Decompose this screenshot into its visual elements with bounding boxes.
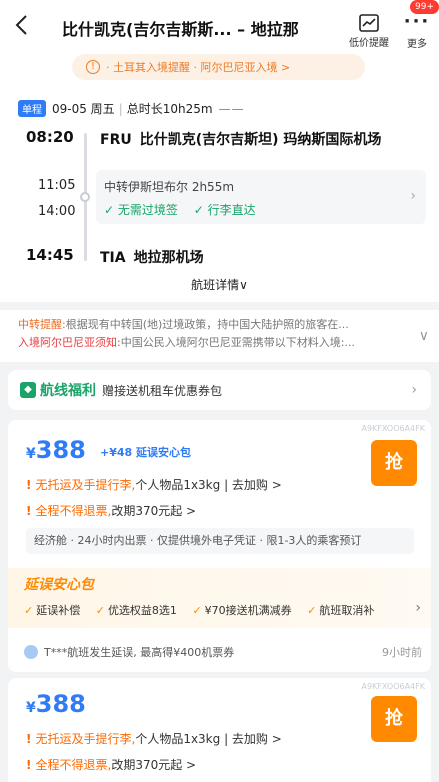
departure-code: FRU [100,132,132,148]
baggage-condition[interactable]: ! 无托运及手提行李,个人物品1x3kg | 去加购 > [26,476,282,493]
benefit-title: 航线福利 [40,383,96,399]
transfer-reminder-label: 中转提醒: [18,318,66,331]
trip-type-badge: 单程 [18,100,46,117]
transfer-info[interactable]: 中转伊斯坦布尔 2h55m ✓ 无需过境签 ✓ 行李直达 › [96,170,426,224]
promo-item: ✓ ¥70接送机满减券 [192,604,292,617]
promo-item: ✓ 航班取消补 [307,604,375,617]
refund-condition[interactable]: ! 全程不得退票,改期370元起 > [26,502,196,519]
more-button[interactable]: ··· 更多 [400,11,434,51]
transfer-tags: ✓ 无需过境签 ✓ 行李直达 [104,201,418,218]
chevron-right-icon: › [410,188,416,204]
departure-airport-name: 比什凯克(吉尔吉斯坦) 玛纳斯国际机场 [139,132,382,148]
transfer-departure-time: 14:00 [38,204,76,219]
baggage-detail: 个人物品1x3kg | 去加购 > [135,732,282,746]
benefit-text: 赠接送机租车优惠券包 [102,383,223,398]
baggage-through-tag: ✓ 行李直达 [193,203,256,217]
refund-warning: 全程不得退票, [35,758,112,772]
baggage-warning: 无托运及手提行李, [35,478,136,492]
gift-icon: ◆ [20,382,36,398]
promo-item: ✓ 延误补偿 [24,604,81,617]
grab-ticket-button[interactable]: 抢 [371,440,417,486]
more-label: 更多 [407,39,427,50]
departure-time: 08:20 [26,128,74,146]
refund-condition[interactable]: ! 全程不得退票,改期370元起 > [26,756,196,773]
duration-dash-icon: —— [218,101,245,116]
page-title: 比什凯克(吉尔吉斯斯... – 地拉那 [62,20,299,39]
cabin-info: 经济舱 · 24小时内出票 · 仅提供境外电子凭证 · 限1-3人的乘客预订 [26,528,414,554]
departure-airport: FRU 比什凯克(吉尔吉斯坦) 玛纳斯国际机场 [100,129,381,149]
fare-card[interactable]: A9KFXOO6A4FK ¥388 +¥48 延误安心包 抢 ! 无托运及手提行李… [8,420,431,672]
warning-icon: ! [26,758,32,772]
chevron-right-icon: › [411,382,417,398]
arrival-code: TIA [100,250,126,266]
price-value: 388 [35,690,86,718]
promo-title: 延误安心包 [24,577,94,593]
divider: | [118,101,123,116]
promo-items: ✓ 延误补偿 ✓ 优选权益8选1 ✓ ¥70接送机满减券 ✓ 航班取消补 [24,602,404,618]
entry-notice-pill[interactable]: ! · 土耳其入境提醒 · 阿尔巴尼亚入境 > [72,54,365,80]
fare-card[interactable]: A9KFXOO6A4FK ¥388 抢 ! 无托运及手提行李,个人物品1x3kg … [8,678,431,782]
grab-ticket-button[interactable]: 抢 [371,696,417,742]
delay-claim-time: 9小时前 [382,646,422,659]
price-value: 388 [35,436,86,464]
warning-icon: ! [26,504,32,518]
arrival-airport: TIA 地拉那机场 [100,247,204,267]
price-alert-button[interactable]: 低价提醒 [348,14,390,49]
info-icon: ! [86,60,100,74]
baggage-condition[interactable]: ! 无托运及手提行李,个人物品1x3kg | 去加购 > [26,730,282,747]
baggage-warning: 无托运及手提行李, [35,732,136,746]
delay-claim-note: T***航班发生延误, 最高得¥400机票券 9小时前 [24,644,422,660]
warning-icon: ! [26,732,32,746]
warning-icon: ! [26,478,32,492]
refund-detail: 改期370元起 > [111,504,197,518]
more-dots-icon: ··· [403,11,431,32]
trip-summary: 单程 09-05 周五 | 总时长10h25m —— [18,100,245,117]
fare-price: ¥388 [26,690,86,718]
arrival-airport-name: 地拉那机场 [133,250,204,266]
baggage-detail: 个人物品1x3kg | 去加购 > [135,478,282,492]
entry-reminder: 入境阿尔巴尼亚须知:中国公民入境阿尔巴尼亚需携带以下材料入境:... [18,334,408,352]
top-bar: 比什凯克(吉尔吉斯斯... – 地拉那 低价提醒 ··· 更多 99+ ! · … [0,0,439,92]
transfer-arrival-time: 11:05 [38,178,76,193]
price-alert-icon [359,14,379,32]
transfer-reminder: 中转提醒:根据现有中转国(地)过境政策，持中国大陆护照的旅客在... [18,316,408,334]
refund-warning: 全程不得退票, [35,504,112,518]
entry-notice-text: · 土耳其入境提醒 · 阿尔巴尼亚入境 > [106,61,291,74]
delay-package-addon: +¥48 延误安心包 [100,446,192,459]
chevron-down-icon: ∨ [418,328,429,344]
no-visa-tag: ✓ 无需过境签 [104,203,178,217]
currency-symbol: ¥ [26,446,36,462]
arrival-time: 14:45 [26,246,74,264]
notification-badge: 99+ [410,0,439,14]
fare-price: ¥388 [26,436,86,464]
transfer-reminder-text: 根据现有中转国(地)过境政策，持中国大陆护照的旅客在... [65,318,349,331]
fare-code: A9KFXOO6A4FK [361,682,425,691]
entry-reminder-label: 入境阿尔巴尼亚须知: [18,336,121,349]
delay-protection-promo[interactable]: 延误安心包 ✓ 延误补偿 ✓ 优选权益8选1 ✓ ¥70接送机满减券 ✓ 航班取消补 › [8,568,431,628]
chevron-right-icon: › [415,600,421,616]
currency-symbol: ¥ [26,700,36,716]
route-benefit-banner[interactable]: ◆ 航线福利 赠接送机租车优惠券包 › [8,370,431,410]
refund-detail: 改期370元起 > [111,758,197,772]
itinerary-card: 单程 09-05 周五 | 总时长10h25m —— 08:20 FRU 比什凯克… [0,92,439,302]
avatar [24,645,38,659]
trip-duration: 总时长10h25m [126,102,213,116]
transfer-city: 中转伊斯坦布尔 2h55m [104,180,235,194]
price-alert-label: 低价提醒 [349,38,389,49]
back-arrow-icon[interactable] [14,14,36,42]
flight-detail-link[interactable]: 航班详情∨ [0,276,439,293]
delay-claim-text: T***航班发生延误, 最高得¥400机票券 [44,646,235,659]
entry-reminder-text: 中国公民入境阿尔巴尼亚需携带以下材料入境:... [120,336,355,349]
promo-item: ✓ 优选权益8选1 [95,604,177,617]
fare-code: A9KFXOO6A4FK [361,424,425,433]
trip-date: 09-05 周五 [52,102,115,116]
transfer-notes[interactable]: 中转提醒:根据现有中转国(地)过境政策，持中国大陆护照的旅客在... 入境阿尔巴… [0,310,439,362]
transfer-dot-icon [80,192,90,202]
